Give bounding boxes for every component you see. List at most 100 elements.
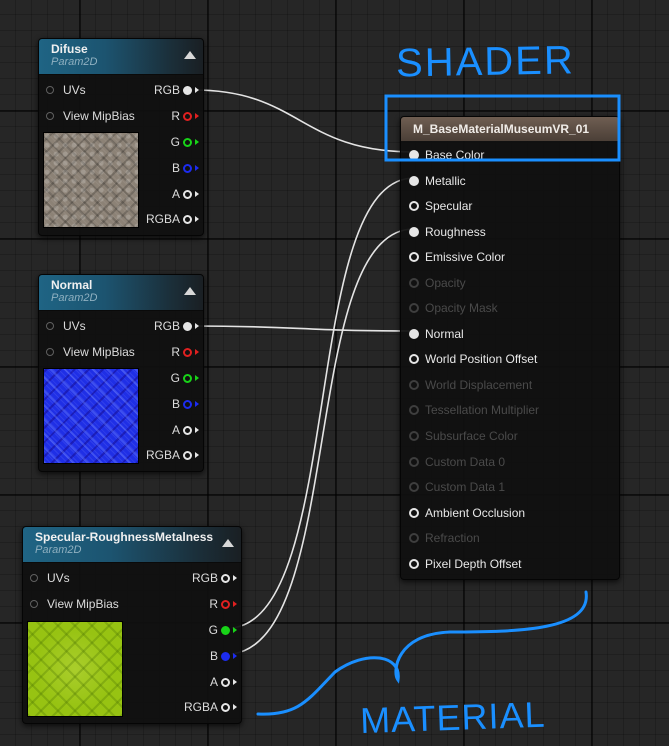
output-pin-b[interactable]: B <box>129 160 199 176</box>
output-pin-b[interactable]: B <box>167 648 237 664</box>
pin-label: Metallic <box>425 174 466 188</box>
output-pin-a[interactable]: A <box>167 674 237 690</box>
pin-arrow-icon <box>195 191 199 197</box>
material-pin-metallic[interactable]: Metallic <box>409 173 466 189</box>
material-pin-opacity: Opacity <box>409 275 466 291</box>
output-pin-b[interactable]: B <box>129 396 199 412</box>
pin-label: RGBA <box>145 212 180 226</box>
output-pin-g[interactable]: G <box>129 134 199 150</box>
pin-label: G <box>208 623 218 637</box>
material-pin-specular[interactable]: Specular <box>409 198 472 214</box>
texture-node-normal[interactable]: Normal Param2D UVs View MipBias RGB R G … <box>38 274 204 472</box>
pin-icon <box>183 214 192 224</box>
pin-icon <box>221 625 230 635</box>
pin-label: B <box>171 397 180 411</box>
output-pin-rgb[interactable]: RGB <box>167 570 237 586</box>
input-pin-uvs[interactable]: UVs <box>30 570 70 586</box>
pin-icon <box>183 321 192 331</box>
pin-label: G <box>170 135 180 149</box>
pin-label: Custom Data 1 <box>425 480 506 494</box>
material-title[interactable]: M_BaseMaterialMuseumVR_01 <box>401 117 619 141</box>
pin-icon <box>46 86 54 94</box>
pin-arrow-icon <box>233 575 237 581</box>
pin-label: R <box>171 109 180 123</box>
texture-preview-normal <box>43 368 139 464</box>
material-pin-emissive-color[interactable]: Emissive Color <box>409 249 505 265</box>
material-pin-roughness[interactable]: Roughness <box>409 224 486 240</box>
pin-icon <box>46 322 54 330</box>
pin-arrow-icon <box>195 452 199 458</box>
output-pin-rgba[interactable]: RGBA <box>167 699 237 715</box>
collapse-arrow-icon[interactable] <box>184 287 196 295</box>
output-pin-rgb[interactable]: RGB <box>129 318 199 334</box>
input-pin-view-mipbias[interactable]: View MipBias <box>46 344 135 360</box>
pin-icon <box>221 573 230 583</box>
output-pin-g[interactable]: G <box>129 370 199 386</box>
material-pin-custom-data-1: Custom Data 1 <box>409 479 505 495</box>
pin-icon <box>409 533 419 543</box>
material-pin-pixel-depth-offset[interactable]: Pixel Depth Offset <box>409 556 522 572</box>
pin-icon <box>409 482 419 492</box>
pin-label: RGBA <box>145 448 180 462</box>
pin-label: R <box>171 345 180 359</box>
pin-label: RGB <box>191 571 218 585</box>
texture-node-difuse[interactable]: Difuse Param2D UVs View MipBias RGB R G … <box>38 38 204 236</box>
pin-arrow-icon <box>195 323 199 329</box>
node-subtitle: Param2D <box>51 56 98 68</box>
output-pin-a[interactable]: A <box>129 186 199 202</box>
pin-label: View MipBias <box>63 345 135 359</box>
pin-icon <box>409 201 419 211</box>
pin-label: Opacity <box>425 276 466 290</box>
material-node[interactable]: M_BaseMaterialMuseumVR_01 Base Color Met… <box>400 116 620 580</box>
output-pin-rgba[interactable]: RGBA <box>129 211 199 227</box>
pin-icon <box>409 329 419 339</box>
material-pin-normal[interactable]: Normal <box>409 326 464 342</box>
output-pin-r[interactable]: R <box>129 344 199 360</box>
material-pin-opacity-mask: Opacity Mask <box>409 300 498 316</box>
output-pin-g[interactable]: G <box>167 622 237 638</box>
collapse-arrow-icon[interactable] <box>222 539 234 547</box>
pin-arrow-icon <box>233 627 237 633</box>
input-pin-uvs[interactable]: UVs <box>46 82 86 98</box>
node-header[interactable]: Specular-RoughnessMetalness Param2D <box>23 527 241 563</box>
input-pin-view-mipbias[interactable]: View MipBias <box>46 108 135 124</box>
material-pin-subsurface-color: Subsurface Color <box>409 428 518 444</box>
pin-icon <box>409 303 419 313</box>
pin-label: Pixel Depth Offset <box>425 557 522 571</box>
output-pin-rgb[interactable]: RGB <box>129 82 199 98</box>
pin-label: Normal <box>425 327 464 341</box>
material-pin-ambient-occlusion[interactable]: Ambient Occlusion <box>409 505 525 521</box>
pin-icon <box>183 111 192 121</box>
pin-arrow-icon <box>195 216 199 222</box>
pin-icon <box>183 373 192 383</box>
input-pin-view-mipbias[interactable]: View MipBias <box>30 596 119 612</box>
input-pin-uvs[interactable]: UVs <box>46 318 86 334</box>
node-title: Normal <box>51 278 93 292</box>
pin-icon <box>183 425 192 435</box>
collapse-arrow-icon[interactable] <box>184 51 196 59</box>
pin-label: R <box>209 597 218 611</box>
pin-icon <box>409 176 419 186</box>
output-pin-a[interactable]: A <box>129 422 199 438</box>
material-pin-base-color[interactable]: Base Color <box>409 147 484 163</box>
pin-label: View MipBias <box>63 109 135 123</box>
output-pin-rgba[interactable]: RGBA <box>129 447 199 463</box>
pin-arrow-icon <box>195 113 199 119</box>
pin-arrow-icon <box>233 679 237 685</box>
output-pin-r[interactable]: R <box>129 108 199 124</box>
pin-icon <box>183 450 192 460</box>
pin-label: World Position Offset <box>425 352 538 366</box>
pin-icon <box>183 189 192 199</box>
pin-icon <box>409 354 419 364</box>
node-title: Specular-RoughnessMetalness <box>35 530 214 544</box>
material-pin-world-position-offset[interactable]: World Position Offset <box>409 351 537 367</box>
node-subtitle: Param2D <box>51 292 98 304</box>
texture-node-specular-roughness-metalness[interactable]: Specular-RoughnessMetalness Param2D UVs … <box>22 526 242 724</box>
node-header[interactable]: Normal Param2D <box>39 275 203 311</box>
pin-label: World Displacement <box>425 378 533 392</box>
output-pin-r[interactable]: R <box>167 596 237 612</box>
pin-arrow-icon <box>195 87 199 93</box>
pin-icon <box>183 85 192 95</box>
node-header[interactable]: Difuse Param2D <box>39 39 203 75</box>
pin-icon <box>409 508 419 518</box>
